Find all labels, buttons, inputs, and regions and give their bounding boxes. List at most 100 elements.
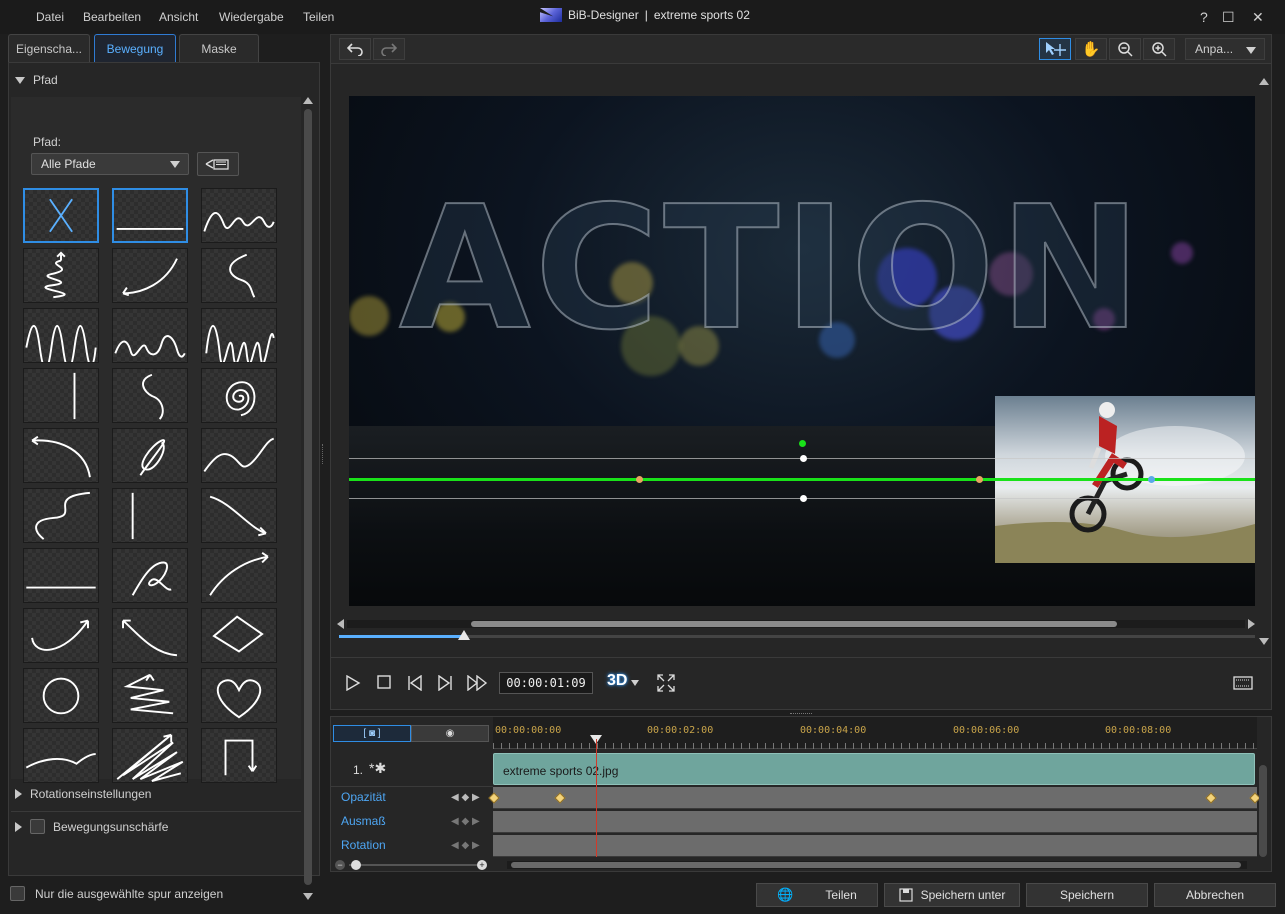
path-preset-wave-large-2[interactable] <box>201 308 277 365</box>
path-preset-vertical-line[interactable] <box>23 368 99 423</box>
timeline-zoom-slider[interactable] <box>349 864 477 866</box>
resize-handle-top[interactable] <box>800 455 807 462</box>
custom-path-button[interactable] <box>197 152 239 176</box>
path-preset-curve-up[interactable] <box>112 248 188 303</box>
path-preset-horizontal-line[interactable] <box>112 188 188 243</box>
keyframe-nav[interactable]: ◀ ◆ ▶ <box>451 792 480 803</box>
seek-bar[interactable] <box>339 635 1255 638</box>
timeline-splitter[interactable] <box>790 713 812 715</box>
preview-horizontal-scrollbar[interactable] <box>347 620 1245 628</box>
scroll-up-icon[interactable] <box>1259 78 1269 85</box>
keyframe-marker[interactable] <box>554 792 566 804</box>
scroll-right-icon[interactable] <box>1248 619 1255 629</box>
motion-blur-section-header[interactable]: Bewegungsunschärfe <box>15 819 168 834</box>
keyframe-nav[interactable]: ◀ ◆ ▶ <box>451 840 480 851</box>
pfad-section-header[interactable]: Pfad <box>15 73 58 87</box>
path-preset-s-big[interactable] <box>23 488 99 543</box>
path-preset-s-small[interactable] <box>112 368 188 423</box>
opacity-keyframe-row[interactable] <box>488 787 1261 809</box>
timeline-vertical-scrollbar[interactable] <box>1259 765 1267 857</box>
track-view-button[interactable]: [ ◙ ] <box>333 725 411 742</box>
path-preset-curl[interactable] <box>112 548 188 603</box>
zoom-out-timeline-icon[interactable]: − <box>335 860 345 870</box>
rotation-handle[interactable] <box>799 440 806 447</box>
path-preset-spiral[interactable] <box>201 368 277 423</box>
path-preset-rectangle-open[interactable] <box>201 728 277 783</box>
maximize-icon[interactable]: ☐ <box>1222 9 1235 26</box>
menu-wiedergabe[interactable]: Wiedergabe <box>219 10 284 24</box>
close-icon[interactable]: ✕ <box>1252 9 1264 26</box>
zoom-in-button[interactable] <box>1143 38 1175 60</box>
path-preset-swoosh[interactable] <box>23 728 99 783</box>
path-preset-circle[interactable] <box>23 668 99 723</box>
timeline-clip[interactable]: extreme sports 02.jpg <box>493 753 1255 785</box>
keyframe-marker[interactable] <box>1205 792 1217 804</box>
scrollbar-thumb[interactable] <box>304 109 312 885</box>
path-preset-zigzag-down[interactable] <box>23 248 99 303</box>
only-selected-track-option[interactable]: Nur die ausgewählte spur anzeigen <box>10 886 223 901</box>
play-icon[interactable] <box>345 675 361 691</box>
path-preset-heart[interactable] <box>201 668 277 723</box>
tab-mask[interactable]: Maske <box>179 34 259 62</box>
3d-mode-icon[interactable]: 3D <box>607 672 627 690</box>
select-move-button[interactable] <box>1039 38 1071 60</box>
path-preset-line-horizontal-2[interactable] <box>23 548 99 603</box>
path-preset-curve-up-right[interactable] <box>23 608 99 663</box>
path-filter-dropdown[interactable]: Alle Pfade <box>31 153 189 175</box>
tab-motion[interactable]: Bewegung <box>94 34 176 62</box>
save-button[interactable]: Speichern <box>1026 883 1148 907</box>
only-selected-track-checkbox[interactable] <box>10 886 25 901</box>
timeline-ruler[interactable]: 00:00:00:00 00:00:02:00 00:00:04:00 00:0… <box>493 717 1257 749</box>
save-as-button[interactable]: Speichern unter <box>884 883 1020 907</box>
scroll-left-icon[interactable] <box>337 619 344 629</box>
path-keypoint[interactable] <box>976 476 983 483</box>
path-preset-wave-small[interactable] <box>112 308 188 363</box>
fullscreen-icon[interactable] <box>657 674 675 692</box>
resize-handle-bottom[interactable] <box>800 495 807 502</box>
redo-button[interactable] <box>373 38 405 60</box>
cancel-button[interactable]: Abbrechen <box>1154 883 1276 907</box>
menu-datei[interactable]: Datei <box>36 10 64 24</box>
scroll-down-icon[interactable] <box>1259 638 1269 645</box>
path-preset-curve-up-left[interactable] <box>112 608 188 663</box>
next-frame-icon[interactable] <box>437 675 453 691</box>
zoom-in-timeline-icon[interactable]: + <box>477 860 487 870</box>
rotation-section-header[interactable]: Rotationseinstellungen <box>15 787 151 801</box>
help-icon[interactable]: ? <box>1200 9 1208 25</box>
share-button[interactable]: 🌐 Teilen <box>756 883 878 907</box>
path-preset-wave-large[interactable] <box>23 308 99 371</box>
video-preview[interactable]: ACTION <box>349 96 1255 606</box>
stop-icon[interactable] <box>377 675 391 689</box>
path-preset-wave-right[interactable] <box>201 428 277 483</box>
left-panel-scrollbar[interactable] <box>303 97 313 905</box>
fast-forward-icon[interactable] <box>467 675 489 691</box>
path-preset-zigzag-stack[interactable] <box>112 668 188 723</box>
path-preset-none[interactable] <box>23 188 99 243</box>
scrollbar-thumb[interactable] <box>471 621 1117 627</box>
path-preset-scribble[interactable] <box>112 728 188 783</box>
path-preset-arc-right[interactable] <box>201 548 277 603</box>
path-preset-sine-wave[interactable] <box>201 188 277 243</box>
zoom-out-button[interactable] <box>1109 38 1141 60</box>
undo-button[interactable] <box>339 38 371 60</box>
menu-teilen[interactable]: Teilen <box>303 10 334 24</box>
scroll-down-icon[interactable] <box>303 893 313 900</box>
scroll-up-icon[interactable] <box>303 97 313 104</box>
timeline-horizontal-scrollbar[interactable] <box>507 861 1247 869</box>
safe-area-icon[interactable] <box>1233 676 1253 690</box>
panel-splitter[interactable] <box>322 444 325 464</box>
scrollbar-thumb[interactable] <box>511 862 1241 868</box>
scale-track-label[interactable]: Ausmaß <box>341 814 386 828</box>
timecode-display[interactable]: 00:00:01:09 <box>499 672 593 694</box>
tab-properties[interactable]: Eigenscha... <box>8 34 90 62</box>
keyframe-view-button[interactable]: ◉ <box>411 725 489 742</box>
path-keypoint-end[interactable] <box>1148 476 1155 483</box>
rotation-keyframe-row[interactable] <box>493 835 1257 857</box>
path-preset-diamond[interactable] <box>201 608 277 663</box>
chevron-down-icon[interactable] <box>631 680 639 686</box>
path-keypoint[interactable] <box>636 476 643 483</box>
seek-handle[interactable] <box>458 630 470 640</box>
path-preset-curve-down[interactable] <box>201 488 277 543</box>
menu-bearbeiten[interactable]: Bearbeiten <box>83 10 141 24</box>
keyframe-marker[interactable] <box>488 792 500 804</box>
